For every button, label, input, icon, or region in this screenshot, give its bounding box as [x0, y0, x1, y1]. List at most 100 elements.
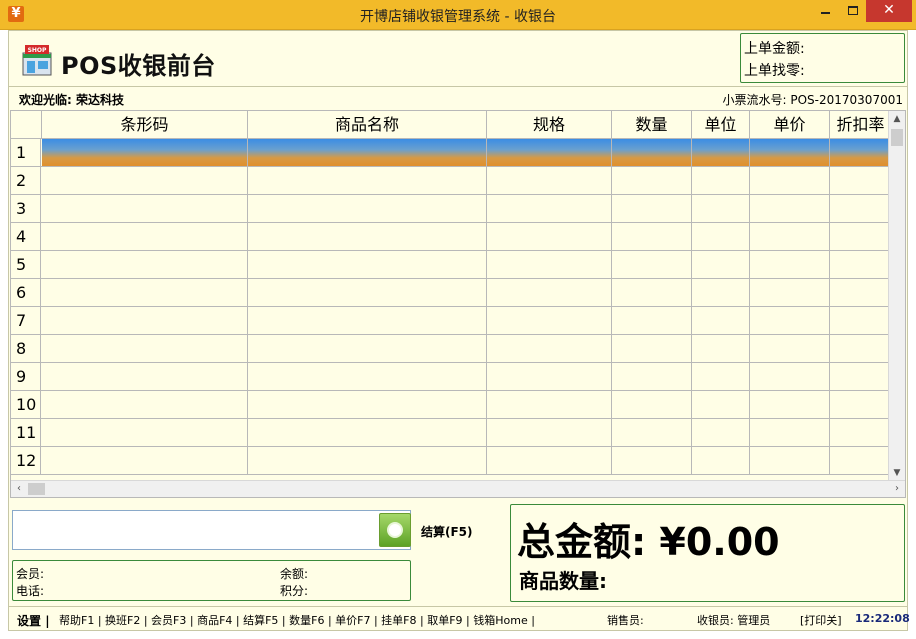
table-cell[interactable] [830, 447, 891, 475]
table-row[interactable]: 8 [11, 335, 891, 363]
table-cell[interactable] [692, 195, 750, 223]
table-cell[interactable] [750, 251, 830, 279]
table-cell[interactable] [750, 391, 830, 419]
table-row[interactable]: 5 [11, 251, 891, 279]
table-row[interactable]: 3 [11, 195, 891, 223]
table-cell[interactable] [612, 391, 692, 419]
table-cell[interactable] [487, 391, 612, 419]
scroll-right-icon[interactable]: › [889, 481, 905, 497]
table-cell[interactable] [487, 279, 612, 307]
table-cell[interactable] [692, 167, 750, 195]
table-cell[interactable] [612, 195, 692, 223]
table-cell[interactable] [248, 447, 487, 475]
confirm-button[interactable] [379, 513, 411, 547]
table-cell[interactable] [42, 447, 248, 475]
table-cell[interactable] [830, 419, 891, 447]
table-cell[interactable] [750, 195, 830, 223]
scroll-left-icon[interactable]: ‹ [11, 481, 27, 497]
table-row[interactable]: 4 [11, 223, 891, 251]
table-row[interactable]: 10 [11, 391, 891, 419]
column-header-price[interactable]: 单价 [750, 111, 830, 139]
table-cell[interactable] [830, 307, 891, 335]
scroll-up-icon[interactable]: ▲ [889, 111, 905, 127]
table-cell[interactable] [487, 335, 612, 363]
table-cell[interactable] [830, 251, 891, 279]
table-cell[interactable] [487, 251, 612, 279]
product-grid[interactable]: 条形码 商品名称 规格 数量 单位 单价 折扣率 1 2 3 4 5 6 7 8 9 10 11 12… [10, 110, 906, 498]
vertical-scroll-thumb[interactable] [891, 129, 903, 146]
table-cell[interactable] [692, 251, 750, 279]
table-cell[interactable] [750, 307, 830, 335]
table-cell[interactable] [612, 447, 692, 475]
table-cell[interactable] [830, 363, 891, 391]
table-cell[interactable] [42, 419, 248, 447]
table-cell[interactable] [830, 391, 891, 419]
settings-button[interactable]: 设置 | [17, 612, 50, 629]
table-row[interactable]: 7 [11, 307, 891, 335]
table-cell[interactable] [42, 195, 248, 223]
table-row[interactable]: 11 [11, 419, 891, 447]
table-cell[interactable] [750, 167, 830, 195]
table-cell[interactable] [248, 335, 487, 363]
table-cell[interactable] [487, 419, 612, 447]
table-cell[interactable] [487, 195, 612, 223]
table-cell[interactable] [42, 251, 248, 279]
table-cell[interactable] [42, 335, 248, 363]
column-header-spec[interactable]: 规格 [487, 111, 612, 139]
column-header-barcode[interactable]: 条形码 [42, 111, 248, 139]
table-cell[interactable] [42, 363, 248, 391]
table-cell[interactable] [750, 363, 830, 391]
table-row[interactable]: 9 [11, 363, 891, 391]
table-cell[interactable] [612, 307, 692, 335]
table-cell[interactable] [830, 195, 891, 223]
vertical-scrollbar[interactable]: ▲ ▼ [888, 111, 905, 481]
table-cell[interactable] [612, 363, 692, 391]
table-cell[interactable] [612, 419, 692, 447]
table-cell[interactable] [612, 251, 692, 279]
table-cell[interactable] [692, 223, 750, 251]
table-cell[interactable] [750, 279, 830, 307]
table-cell[interactable] [692, 419, 750, 447]
table-cell[interactable] [692, 335, 750, 363]
table-cell[interactable] [42, 223, 248, 251]
table-row[interactable]: 2 [11, 167, 891, 195]
table-cell[interactable] [612, 223, 692, 251]
shortcut-list[interactable]: 帮助F1 | 换班F2 | 会员F3 | 商品F4 | 结算F5 | 数量F6 … [59, 612, 535, 628]
table-cell[interactable] [830, 223, 891, 251]
horizontal-scrollbar[interactable]: ‹ › [11, 480, 905, 497]
table-cell[interactable] [830, 335, 891, 363]
table-cell[interactable] [487, 307, 612, 335]
print-toggle[interactable]: [打印关] [800, 612, 842, 628]
table-cell[interactable] [830, 279, 891, 307]
table-cell[interactable] [248, 251, 487, 279]
table-cell[interactable] [830, 139, 891, 167]
table-cell[interactable] [248, 195, 487, 223]
table-cell[interactable] [750, 223, 830, 251]
barcode-input[interactable] [12, 510, 411, 550]
table-cell[interactable] [487, 223, 612, 251]
table-cell[interactable] [42, 139, 248, 167]
scroll-down-icon[interactable]: ▼ [889, 465, 905, 481]
table-cell[interactable] [612, 279, 692, 307]
table-cell[interactable] [692, 307, 750, 335]
table-cell[interactable] [830, 167, 891, 195]
column-header-product-name[interactable]: 商品名称 [248, 111, 487, 139]
column-header-unit[interactable]: 单位 [692, 111, 750, 139]
table-cell[interactable] [487, 363, 612, 391]
table-cell[interactable] [487, 447, 612, 475]
table-cell[interactable] [692, 447, 750, 475]
table-cell[interactable] [750, 335, 830, 363]
table-cell[interactable] [692, 279, 750, 307]
table-cell[interactable] [692, 139, 750, 167]
maximize-button[interactable] [840, 0, 866, 22]
table-cell[interactable] [612, 167, 692, 195]
table-cell[interactable] [692, 363, 750, 391]
table-cell[interactable] [750, 419, 830, 447]
table-cell[interactable] [487, 139, 612, 167]
column-header-discount[interactable]: 折扣率 [830, 111, 891, 139]
table-cell[interactable] [248, 139, 487, 167]
table-row[interactable]: 1 [11, 139, 891, 167]
table-cell[interactable] [692, 391, 750, 419]
column-header-quantity[interactable]: 数量 [612, 111, 692, 139]
table-cell[interactable] [248, 279, 487, 307]
